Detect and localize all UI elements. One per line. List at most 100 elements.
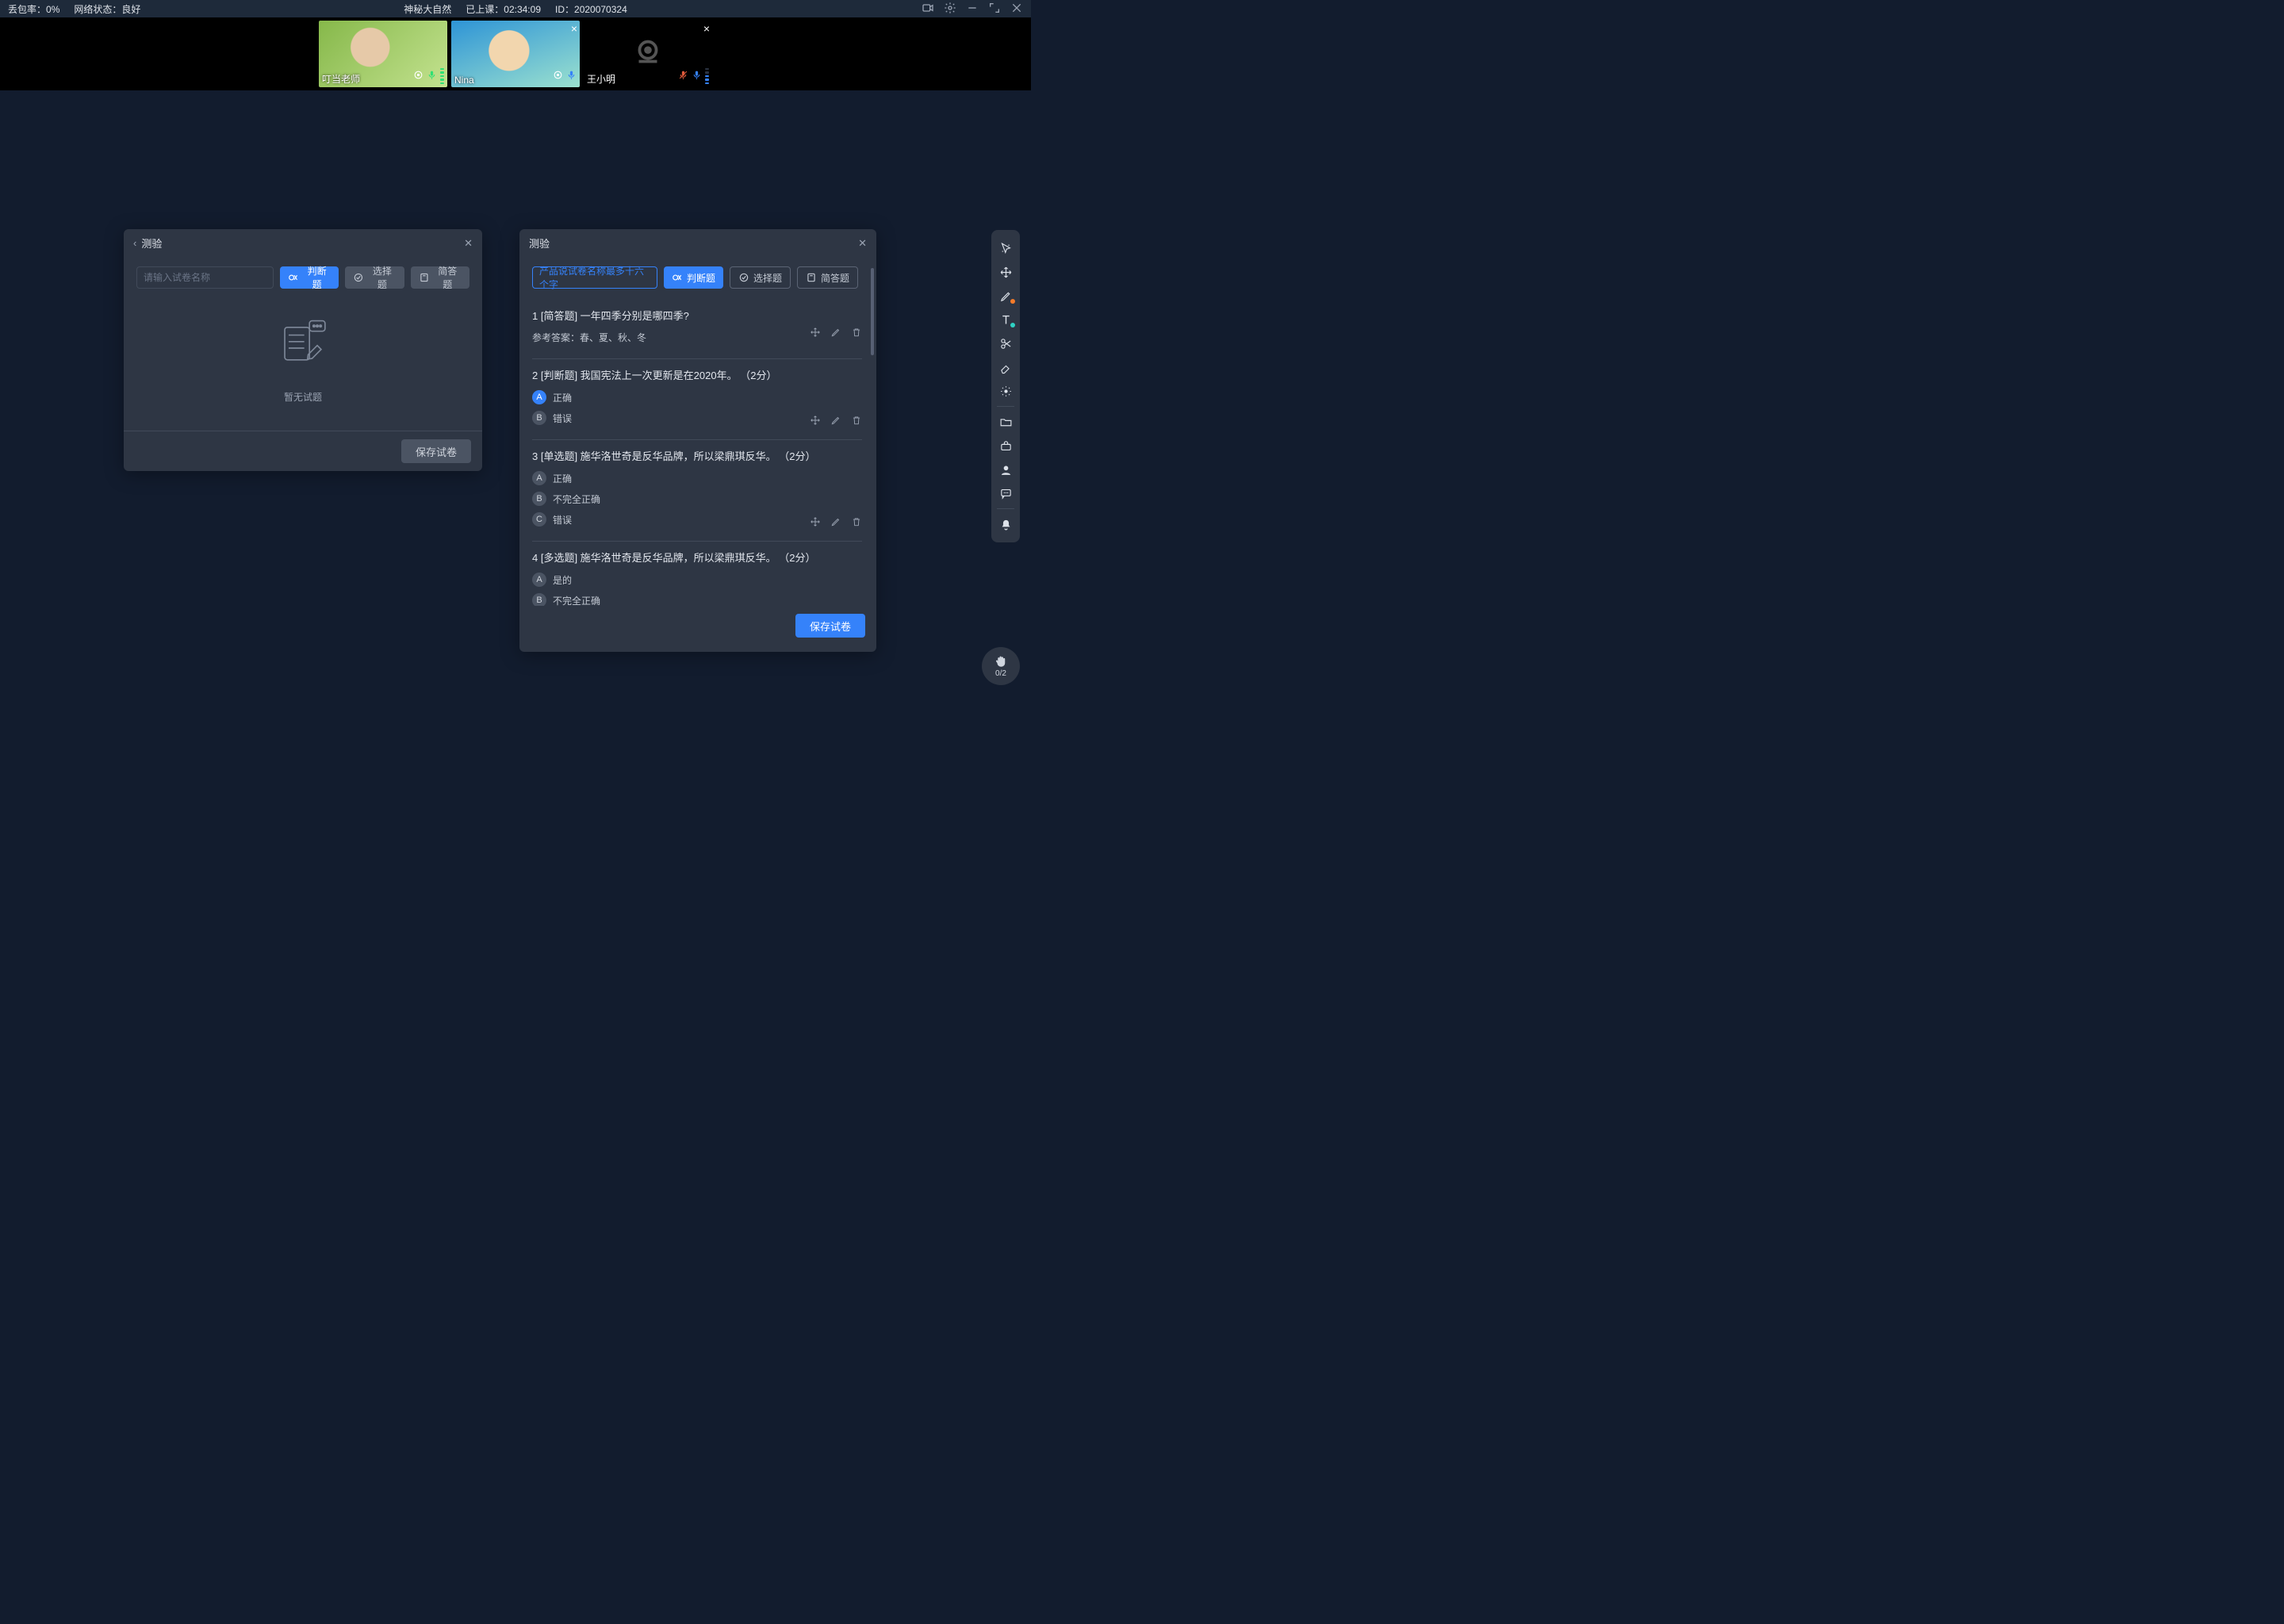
add-judge-button[interactable]: 判断题 xyxy=(280,266,339,289)
toolbox-tool-icon[interactable] xyxy=(991,434,1020,458)
move-question-icon[interactable] xyxy=(810,327,821,340)
mic-icon xyxy=(427,70,437,84)
audio-levels xyxy=(705,68,709,84)
pen-tool-icon[interactable] xyxy=(991,284,1020,308)
mic-icon xyxy=(692,70,702,84)
panel-close-icon[interactable]: ✕ xyxy=(858,237,867,250)
hand-raise-badge[interactable]: 0/2 xyxy=(982,647,1020,685)
course-title: 神秘大自然 xyxy=(404,2,451,16)
question-option[interactable]: A 正确 xyxy=(532,471,862,485)
option-bullet: B xyxy=(532,411,546,425)
tool-separator xyxy=(997,406,1014,407)
edit-question-icon[interactable] xyxy=(830,415,841,428)
option-bullet: B xyxy=(532,492,546,506)
empty-label: 暂无试题 xyxy=(284,390,322,404)
question-option[interactable]: A 是的 xyxy=(532,573,862,587)
settings-icon[interactable] xyxy=(944,2,956,17)
question-title: 3 [单选题] 施华洛世奇是反华品牌，所以梁鼎琪反华。 （2分） xyxy=(532,448,862,463)
add-short-button[interactable]: 简答题 xyxy=(411,266,469,289)
camera-off-icon xyxy=(630,34,666,75)
panel-title: 测验 xyxy=(529,236,550,251)
option-bullet: A xyxy=(532,471,546,485)
record-icon[interactable] xyxy=(922,2,934,17)
question-actions xyxy=(810,516,862,530)
question-option[interactable]: A 正确 xyxy=(532,390,862,404)
mic-muted-icon xyxy=(678,70,688,84)
option-bullet: A xyxy=(532,573,546,587)
question-item: 2 [判断题] 我国宪法上一次更新是在2020年。 （2分） A 正确 B 错误 xyxy=(532,359,862,440)
empty-quiz-icon xyxy=(270,316,335,381)
user-tool-icon[interactable] xyxy=(991,458,1020,481)
panel-close-icon[interactable]: ✕ xyxy=(464,237,473,250)
add-short-button[interactable]: 简答题 xyxy=(797,266,858,289)
move-question-icon[interactable] xyxy=(810,516,821,530)
tool-separator xyxy=(997,508,1014,509)
delete-question-icon[interactable] xyxy=(851,516,862,530)
video-close-icon[interactable]: × xyxy=(703,22,710,35)
question-item: 4 [多选题] 施华洛世奇是反华品牌，所以梁鼎琪反华。 （2分） A 是的 B 不完全正… xyxy=(532,542,862,606)
quiz-name-input[interactable] xyxy=(136,266,274,289)
question-actions xyxy=(810,327,862,340)
cursor-tool-icon[interactable] xyxy=(991,236,1020,260)
save-quiz-button[interactable]: 保存试卷 xyxy=(795,614,865,638)
status-bar: 丢包率：0% 网络状态：良好 神秘大自然 已上课：02:34:09 ID：202… xyxy=(0,0,1031,17)
maximize-icon[interactable] xyxy=(988,2,1001,17)
hand-count: 0/2 xyxy=(995,669,1006,678)
mic-icon xyxy=(566,70,577,84)
option-bullet: A xyxy=(532,390,546,404)
back-icon[interactable]: ‹ xyxy=(133,237,136,249)
video-close-icon[interactable]: × xyxy=(571,22,577,35)
option-text: 正确 xyxy=(553,472,572,485)
question-item: 3 [单选题] 施华洛世奇是反华品牌，所以梁鼎琪反华。 （2分） A 正确 B不完全正… xyxy=(532,440,862,542)
quiz-panel-filled: 测验 ✕ 产品说试卷名称最多十六个字 判断题 选择题 简答题 xyxy=(519,229,876,652)
panel-title: 测验 xyxy=(141,236,162,251)
empty-state: 暂无试题 xyxy=(136,300,469,410)
video-tile-student-1[interactable]: × Nina xyxy=(451,21,580,87)
question-option[interactable]: B 不完全正确 xyxy=(532,593,862,606)
session-id: ID：2020070324 xyxy=(555,2,627,16)
question-title: 1 [简答题] 一年四季分别是哪四季? xyxy=(532,308,862,323)
bell-tool-icon[interactable] xyxy=(991,512,1020,536)
question-title: 4 [多选题] 施华洛世奇是反华品牌，所以梁鼎琪反华。 （2分） xyxy=(532,550,862,565)
eraser-tool-icon[interactable] xyxy=(991,355,1020,379)
tool-sidebar xyxy=(991,230,1020,542)
video-name: 叮当老师 xyxy=(322,72,360,86)
question-option[interactable]: B不完全正确 xyxy=(532,492,862,506)
add-choice-button[interactable]: 选择题 xyxy=(345,266,404,289)
option-text: 正确 xyxy=(553,391,572,404)
add-choice-button[interactable]: 选择题 xyxy=(730,266,791,289)
option-text: 错误 xyxy=(553,412,572,425)
delete-question-icon[interactable] xyxy=(851,327,862,340)
elapsed-time: 已上课：02:34:09 xyxy=(466,2,541,16)
move-question-icon[interactable] xyxy=(810,415,821,428)
folder-tool-icon[interactable] xyxy=(991,410,1020,434)
video-name: Nina xyxy=(454,75,474,86)
panel-header: 测验 ✕ xyxy=(519,229,876,257)
option-bullet: B xyxy=(532,593,546,606)
minimize-icon[interactable] xyxy=(966,2,979,17)
brightness-tool-icon[interactable] xyxy=(991,379,1020,403)
delete-question-icon[interactable] xyxy=(851,415,862,428)
add-judge-button[interactable]: 判断题 xyxy=(664,266,723,289)
save-quiz-button[interactable]: 保存试卷 xyxy=(401,439,471,463)
quiz-name-input[interactable]: 产品说试卷名称最多十六个字 xyxy=(532,266,657,289)
record-indicator-icon xyxy=(553,70,563,84)
question-actions xyxy=(810,415,862,428)
scrollbar[interactable] xyxy=(871,268,874,355)
video-tile-teacher[interactable]: 叮当老师 xyxy=(319,21,447,87)
option-text: 是的 xyxy=(553,573,572,587)
option-bullet: C xyxy=(532,512,546,527)
video-strip: 叮当老师 × Nina × 王小明 xyxy=(0,17,1031,90)
text-tool-icon[interactable] xyxy=(991,308,1020,331)
edit-question-icon[interactable] xyxy=(830,516,841,530)
chat-tool-icon[interactable] xyxy=(991,481,1020,505)
window-controls xyxy=(684,2,1023,17)
video-tile-student-2[interactable]: × 王小明 xyxy=(584,21,712,87)
move-tool-icon[interactable] xyxy=(991,260,1020,284)
option-text: 不完全正确 xyxy=(553,594,600,607)
edit-question-icon[interactable] xyxy=(830,327,841,340)
scissors-tool-icon[interactable] xyxy=(991,331,1020,355)
question-title: 2 [判断题] 我国宪法上一次更新是在2020年。 （2分） xyxy=(532,367,862,382)
packet-loss: 丢包率：0% xyxy=(8,2,59,16)
close-icon[interactable] xyxy=(1010,2,1023,17)
